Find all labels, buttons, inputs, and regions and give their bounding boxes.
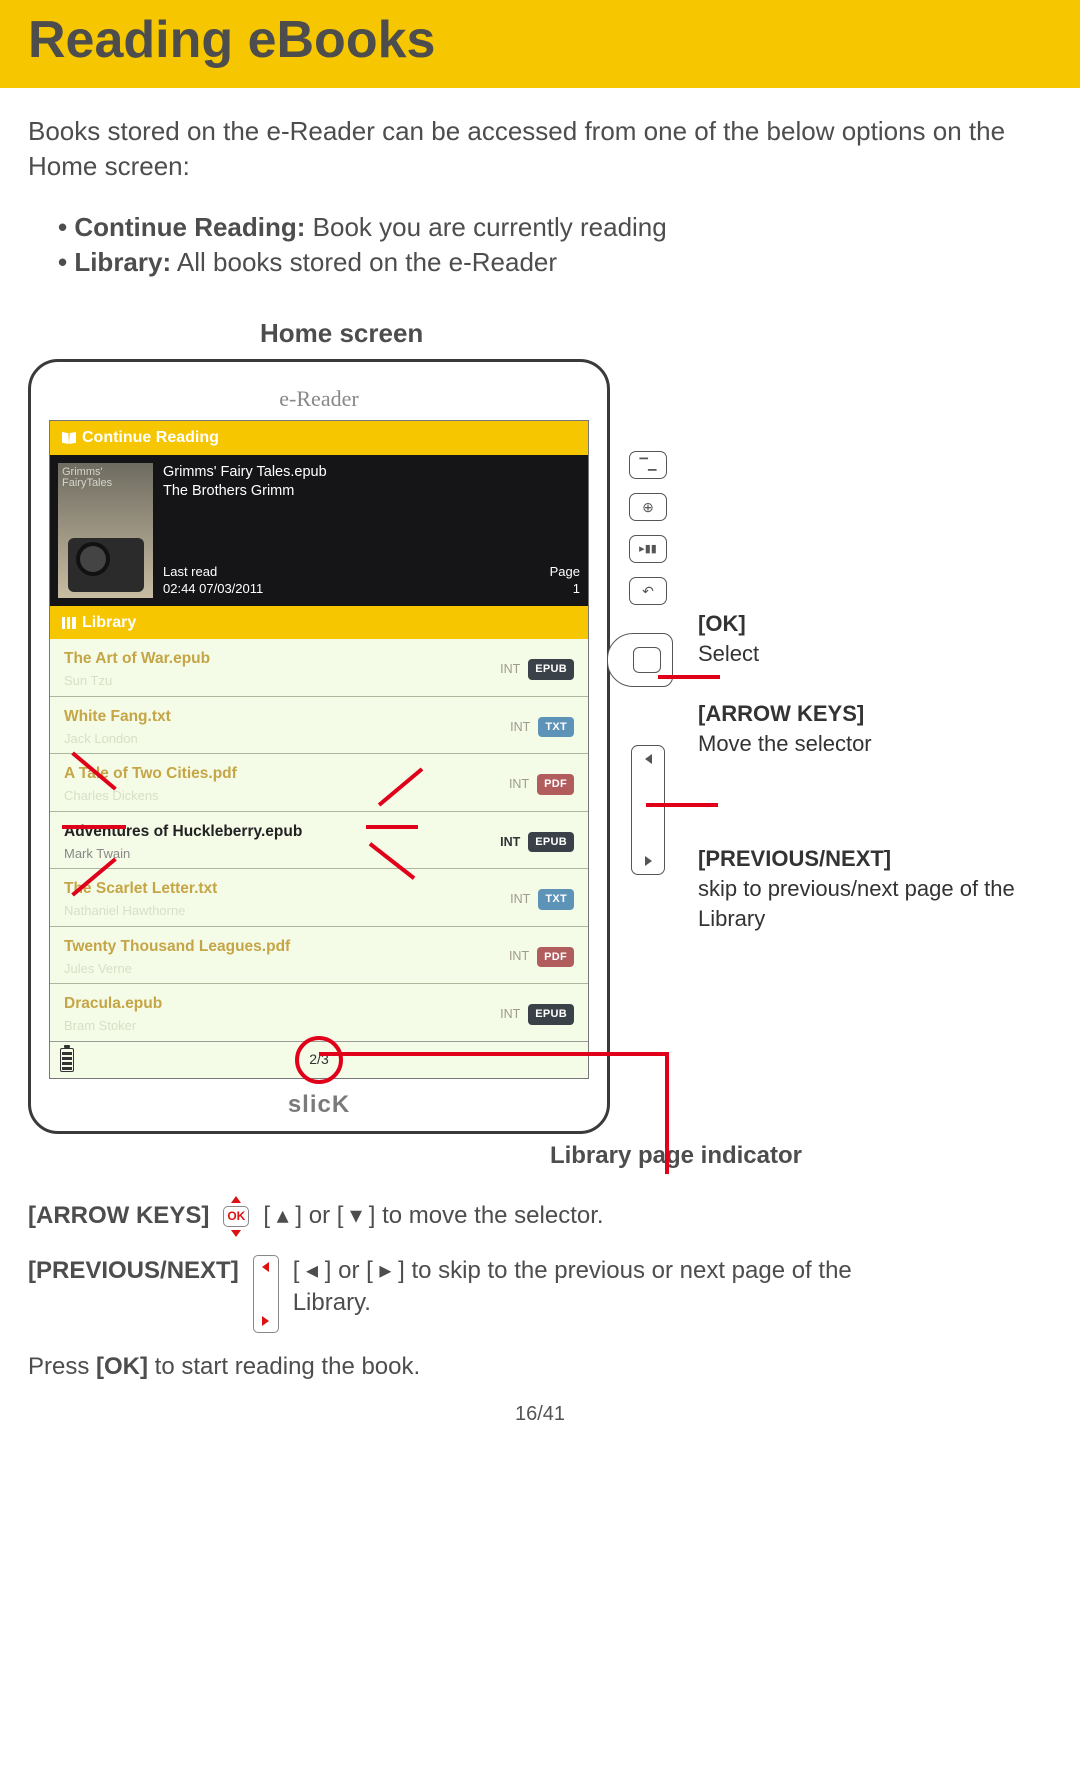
homescreen-label: Home screen (260, 316, 1052, 351)
format-badge: PDF (537, 947, 574, 968)
library-item-author: Jules Verne (64, 960, 290, 978)
callout-ok: [OK] Select (698, 609, 1052, 668)
back-button-icon[interactable]: ↶ (629, 577, 667, 605)
library-item-title: Dracula.epub (64, 994, 162, 1015)
ok-key-illustration: OK (223, 1196, 249, 1236)
library-item-author: Nathaniel Hawthorne (64, 902, 217, 920)
lastread-label: Last read (163, 563, 263, 581)
selector-mark (366, 825, 418, 829)
leader-line (665, 1054, 669, 1174)
callouts: [OK] Select [ARROW KEYS] Move the select… (686, 359, 1052, 963)
format-badge: EPUB (528, 1004, 574, 1025)
prevnext-rocker[interactable] (631, 745, 665, 875)
current-book-title: Grimms' Fairy Tales.epub (163, 463, 580, 483)
library-item[interactable]: Adventures of Huckleberry.epubMark Twain… (50, 812, 588, 869)
red-circle-annotation (295, 1036, 343, 1084)
storage-label: INT (500, 1006, 520, 1023)
library-item-author: Jack London (64, 730, 171, 748)
storage-label: INT (509, 776, 529, 793)
format-badge: EPUB (528, 659, 574, 680)
status-bar: 2/3 (50, 1041, 588, 1078)
library-item-author: Charles Dickens (64, 787, 237, 805)
library-item[interactable]: Twenty Thousand Leagues.pdf Jules Verne IN… (50, 927, 588, 984)
continue-reading-card[interactable]: Grimms' FairyTales Grimms' Fairy Tales.e… (50, 455, 588, 606)
header-band: Reading eBooks (0, 0, 1080, 88)
library-item-title: Twenty Thousand Leagues.pdf (64, 937, 290, 958)
device-title: e-Reader (49, 384, 589, 414)
instruction-arrow-keys: [ARROW KEYS] OK [ ▴ ] or [ ▾ ] to move t… (28, 1196, 1052, 1236)
storage-label: INT (500, 661, 520, 678)
library-item[interactable]: Dracula.epub Bram Stoker INT EPUB (50, 984, 588, 1040)
prevnext-key-illustration (253, 1255, 279, 1333)
next-arrow-icon (645, 856, 652, 866)
format-badge: TXT (538, 889, 574, 910)
book-cover: Grimms' FairyTales (58, 463, 153, 598)
library-page-indicator-label: Library page indicator (28, 1140, 802, 1172)
leader-line (646, 803, 718, 807)
storage-label: INT (509, 948, 529, 965)
library-item-author: Bram Stoker (64, 1017, 162, 1035)
prev-arrow-icon (645, 754, 652, 764)
page-value: 1 (550, 580, 580, 598)
library-item-title: White Fang.txt (64, 707, 171, 728)
leader-line (319, 1052, 669, 1056)
book-icon (62, 432, 76, 444)
library-item-title: The Art of War.epub (64, 649, 210, 670)
library-item[interactable]: White Fang.txt Jack London INT TXT (50, 697, 588, 754)
current-book-author: The Brothers Grimm (163, 482, 580, 502)
callout-arrows: [ARROW KEYS] Move the selector (698, 699, 1052, 758)
library-item[interactable]: A Tale of Two Cities.pdfCharles DickensI… (50, 754, 588, 811)
zoom-button-icon[interactable]: ⊕ (629, 493, 667, 521)
options-list: Continue Reading: Book you are currently… (28, 184, 1052, 300)
instruction-press-ok: Press [OK] to start reading the book. (28, 1351, 1052, 1383)
page-title: Reading eBooks (28, 10, 1052, 70)
device-screen: Continue Reading Grimms' FairyTales Grim… (49, 420, 589, 1078)
device-side-buttons: ▔▁ ⊕ ▸▮▮ ↶ (610, 359, 686, 875)
library-item[interactable]: The Art of War.epub Sun Tzu INT EPUB (50, 639, 588, 696)
storage-label: INT (510, 719, 530, 736)
instruction-prevnext: [PREVIOUS/NEXT] [ ◂ ] or [ ▸ ] to skip t… (28, 1255, 1052, 1333)
format-badge: TXT (538, 717, 574, 738)
battery-icon (60, 1048, 74, 1072)
intro-text: Books stored on the e-Reader can be acce… (28, 114, 1052, 184)
storage-label: INT (500, 834, 520, 851)
ok-dpad[interactable] (615, 633, 681, 689)
playpause-button-icon[interactable]: ▸▮▮ (629, 535, 667, 563)
home-button-icon[interactable]: ▔▁ (629, 451, 667, 479)
leader-line (658, 675, 720, 679)
library-list: The Art of War.epub Sun Tzu INT EPUB White F… (50, 639, 588, 1040)
option-library: Library: All books stored on the e-Reade… (58, 245, 1052, 280)
device-brand: slicK (49, 1089, 589, 1121)
format-badge: EPUB (528, 832, 574, 853)
library-header: Library (50, 606, 588, 640)
storage-label: INT (510, 891, 530, 908)
callout-prevnext: [PREVIOUS/NEXT] skip to previous/next pa… (698, 844, 1052, 933)
library-item-author: Sun Tzu (64, 672, 210, 690)
lastread-value: 02:44 07/03/2011 (163, 580, 263, 598)
ereader-device: e-Reader Continue Reading Grimms' FairyT… (28, 359, 610, 1134)
selector-mark (62, 825, 126, 829)
page-number: 16/41 (28, 1401, 1052, 1428)
format-badge: PDF (537, 774, 574, 795)
library-stack-icon (62, 617, 76, 629)
option-continue: Continue Reading: Book you are currently… (58, 210, 1052, 245)
library-item[interactable]: The Scarlet Letter.txtNathaniel Hawthorn… (50, 869, 588, 926)
continue-reading-header: Continue Reading (50, 421, 588, 455)
page-label: Page (550, 563, 580, 581)
library-item-author: Mark Twain (64, 845, 302, 863)
